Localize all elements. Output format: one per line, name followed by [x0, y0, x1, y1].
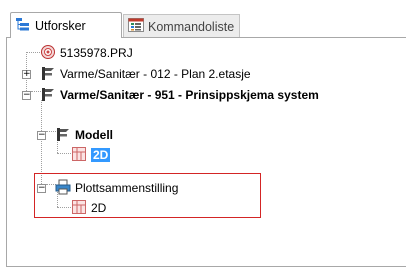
tab-label: Kommandoliste: [148, 19, 235, 34]
command-list-icon: [128, 18, 144, 35]
tree-item-label: Varme/Sanitær - 012 - Plan 2.etasje: [60, 67, 251, 81]
tree-explorer-icon: [15, 17, 31, 34]
2d-view-icon: [71, 146, 87, 165]
collapse-button[interactable]: −: [37, 131, 46, 140]
expand-button[interactable]: +: [22, 70, 31, 79]
tree-item-label: 2D: [91, 148, 111, 162]
project-file-icon: [40, 44, 56, 63]
highlight-annotation-box: [34, 173, 261, 218]
tree-item-project[interactable]: 5135978.PRJ: [40, 44, 133, 62]
tree-item-modell[interactable]: Modell: [55, 126, 113, 144]
tab-utforsker[interactable]: Utforsker: [10, 12, 122, 38]
explorer-tree-panel: 5135978.PRJ + Varme/Sanitær - 012 - Plan…: [6, 37, 406, 267]
tree-item-label: 5135978.PRJ: [60, 46, 133, 60]
plumbing-drawing-icon: [40, 86, 56, 105]
tab-kommandoliste[interactable]: Kommandoliste: [123, 14, 240, 38]
tree-item-2d-modell[interactable]: 2D: [71, 146, 111, 165]
tab-bar: Utforsker Kommandoliste: [0, 0, 406, 40]
plumbing-drawing-icon: [40, 65, 56, 84]
tab-label: Utforsker: [35, 18, 86, 33]
tree-item-label: Modell: [75, 128, 113, 142]
tree-item-plan-2-etasje[interactable]: Varme/Sanitær - 012 - Plan 2.etasje: [40, 65, 251, 83]
collapse-button[interactable]: −: [22, 91, 31, 100]
tree-item-prinsippskjema[interactable]: Varme/Sanitær - 951 - Prinsippskjema sys…: [40, 86, 319, 104]
tree-item-label: Varme/Sanitær - 951 - Prinsippskjema sys…: [60, 88, 319, 102]
plumbing-drawing-icon: [55, 126, 71, 145]
